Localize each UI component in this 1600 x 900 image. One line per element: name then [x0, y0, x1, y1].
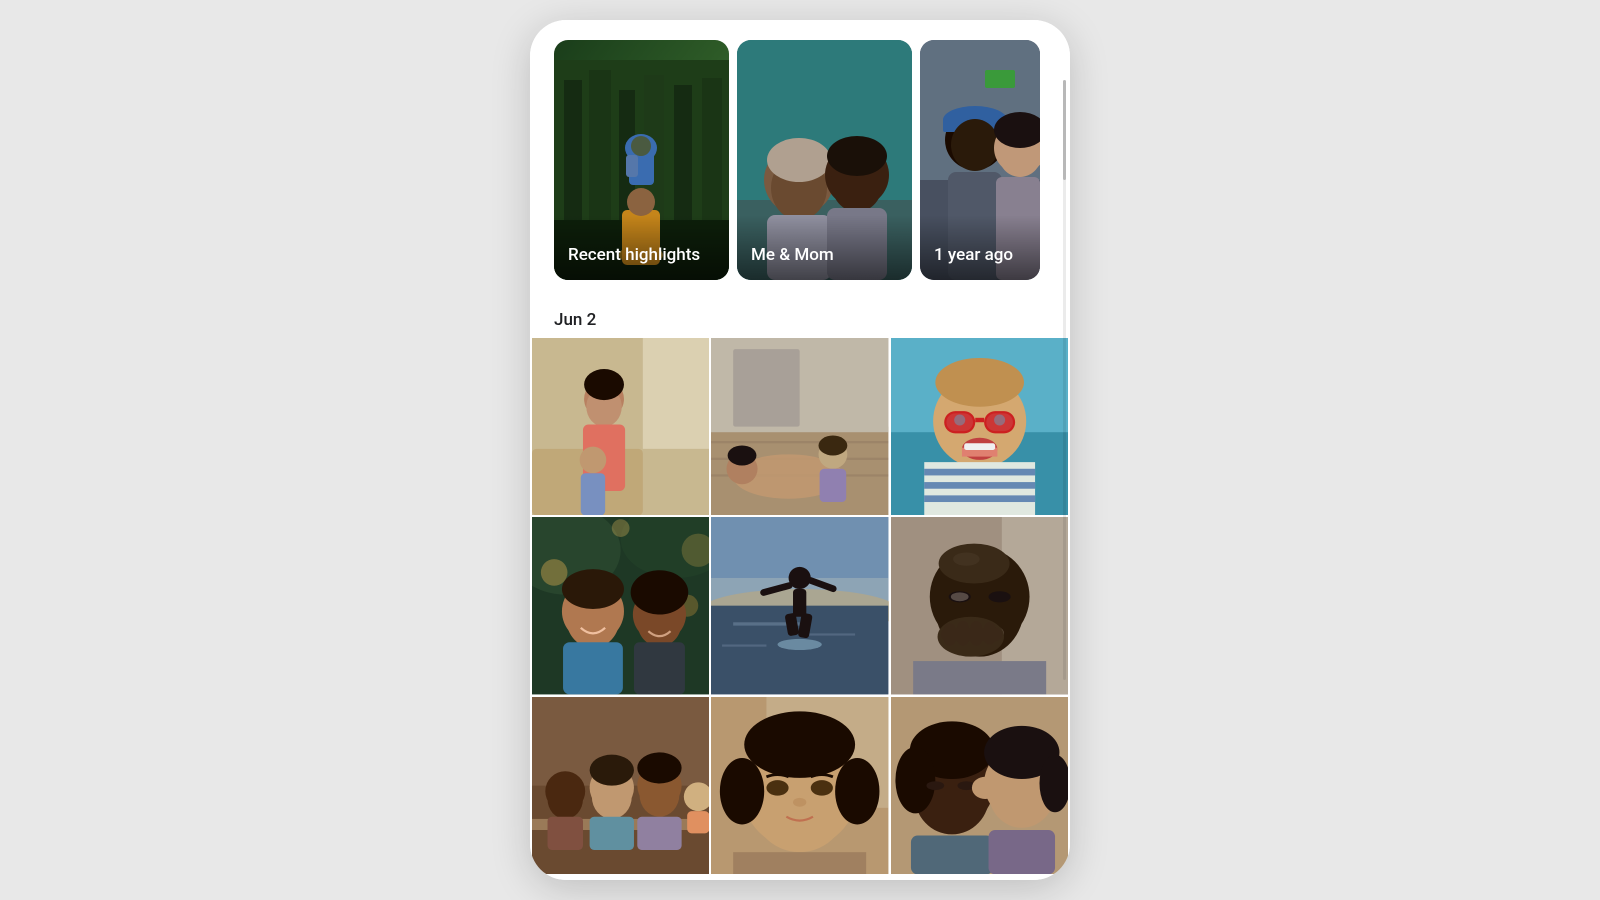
date-label: Jun 2	[554, 310, 1046, 330]
photo-image	[891, 517, 1068, 694]
photo-cell[interactable]	[711, 517, 888, 694]
photo-image	[891, 697, 1068, 874]
photo-cell[interactable]	[711, 338, 888, 515]
highlight-card-year-ago[interactable]: 1 year ago	[920, 40, 1040, 280]
photo-cell[interactable]	[891, 517, 1068, 694]
scrollbar-track[interactable]	[1063, 80, 1066, 680]
photo-cell[interactable]	[532, 697, 709, 874]
photo-image	[532, 338, 709, 515]
year-ago-label: 1 year ago	[920, 215, 1040, 280]
photo-image	[711, 338, 888, 515]
recent-highlights-label: Recent highlights	[554, 215, 729, 280]
scrollbar-thumb[interactable]	[1063, 80, 1066, 180]
photo-image	[532, 517, 709, 694]
photo-image	[891, 338, 1068, 515]
photo-image	[711, 517, 888, 694]
photo-cell[interactable]	[532, 517, 709, 694]
me-and-mom-label: Me & Mom	[737, 215, 912, 280]
photo-cell[interactable]	[532, 338, 709, 515]
highlight-card-mom[interactable]: Me & Mom	[737, 40, 912, 280]
photo-cell[interactable]	[891, 697, 1068, 874]
date-section: Jun 2	[530, 296, 1070, 338]
photo-image	[711, 697, 888, 874]
photo-cell[interactable]	[891, 338, 1068, 515]
photo-grid	[530, 338, 1070, 874]
highlight-card-recent[interactable]: Recent highlights	[554, 40, 729, 280]
highlights-section: Recent highlights	[530, 20, 1070, 296]
phone-frame: Recent highlights	[530, 20, 1070, 880]
photo-cell[interactable]	[711, 697, 888, 874]
scroll-content[interactable]: Recent highlights	[530, 20, 1070, 880]
photo-image	[532, 697, 709, 874]
highlights-row: Recent highlights	[530, 40, 1070, 280]
